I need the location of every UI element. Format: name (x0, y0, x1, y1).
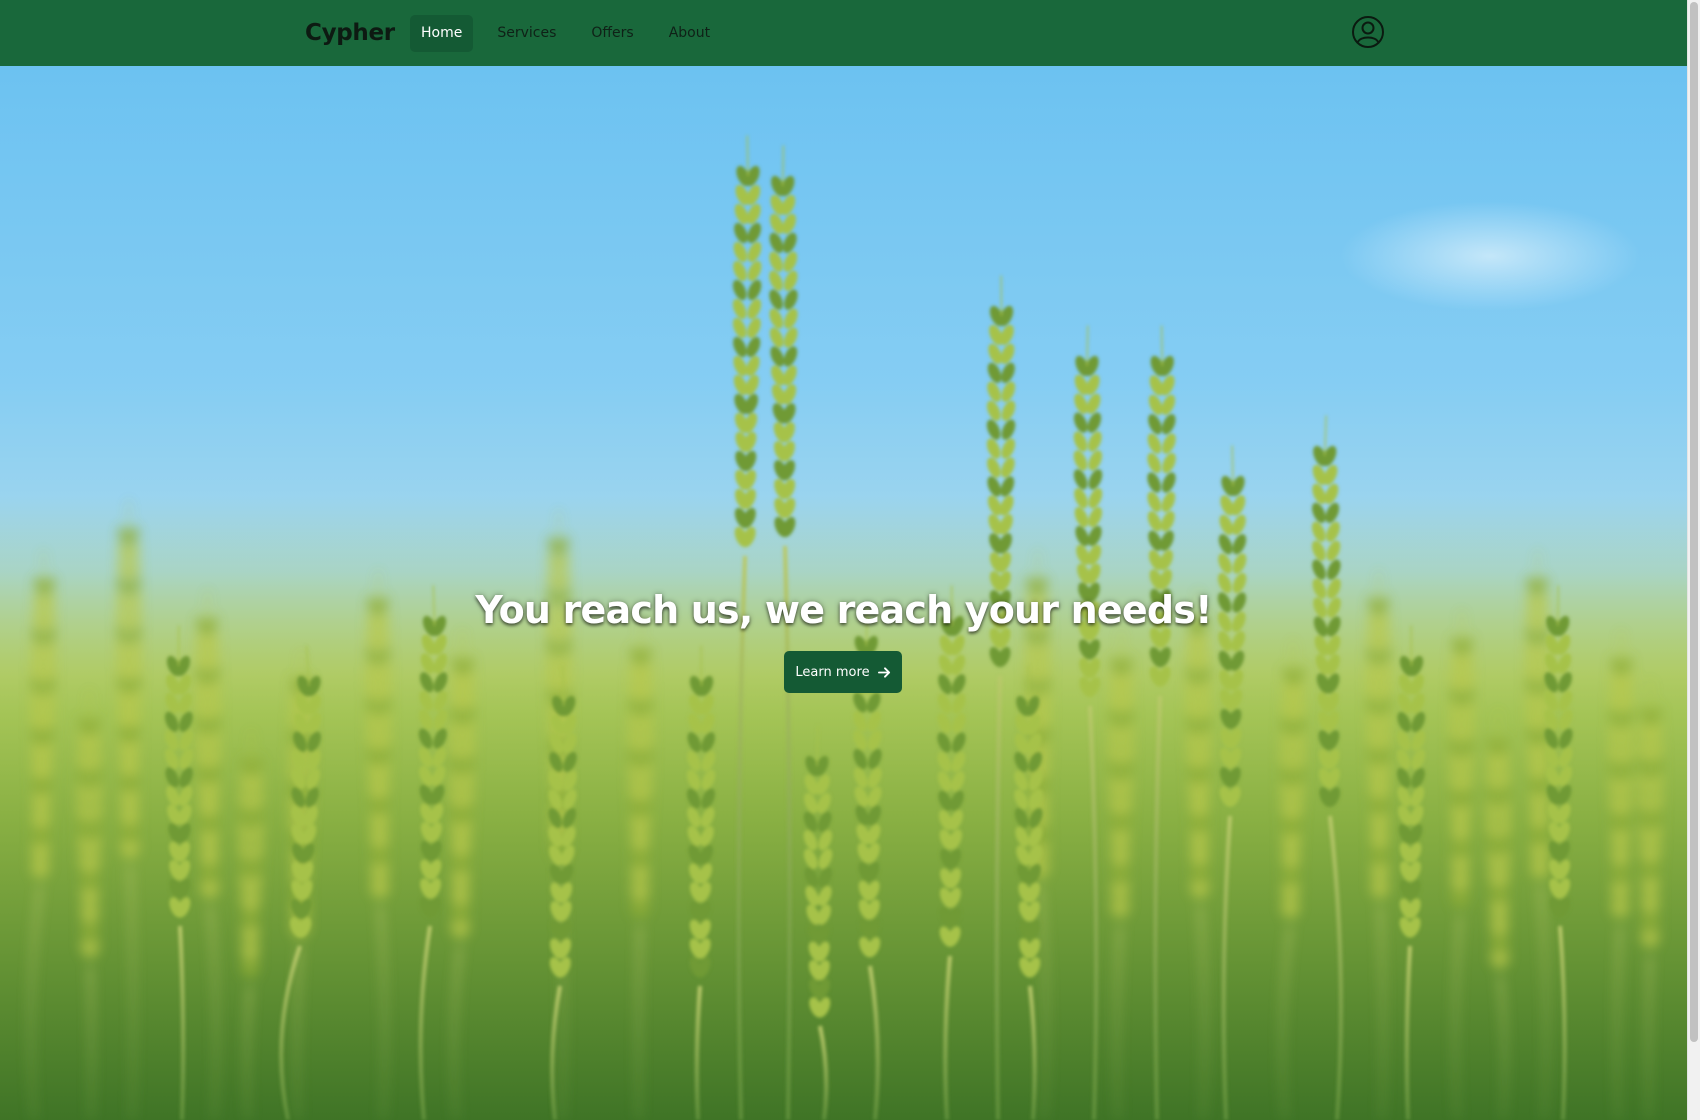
nav-item-services[interactable]: Services (486, 15, 567, 52)
learn-more-label: Learn more (795, 664, 870, 680)
top-navbar: Cypher Home Services Offers About (0, 0, 1687, 66)
page-scrollbar[interactable] (1687, 0, 1700, 1120)
nav-item-about[interactable]: About (658, 15, 721, 52)
user-account-button[interactable] (1351, 15, 1385, 49)
learn-more-button[interactable]: Learn more (784, 651, 902, 693)
nav-menu: Home Services Offers About (410, 15, 734, 52)
arrow-right-icon (877, 666, 890, 678)
hero-headline: You reach us, we reach your needs! (475, 588, 1212, 633)
nav-item-home[interactable]: Home (410, 15, 474, 52)
nav-item-offers[interactable]: Offers (580, 15, 644, 52)
scrollbar-thumb[interactable] (1690, 2, 1698, 1042)
viewport: Cypher Home Services Offers About You re… (0, 0, 1687, 1120)
hero-section: You reach us, we reach your needs! Learn… (0, 66, 1687, 1120)
user-circle-icon (1352, 16, 1384, 48)
brand-logo[interactable]: Cypher (305, 16, 395, 50)
